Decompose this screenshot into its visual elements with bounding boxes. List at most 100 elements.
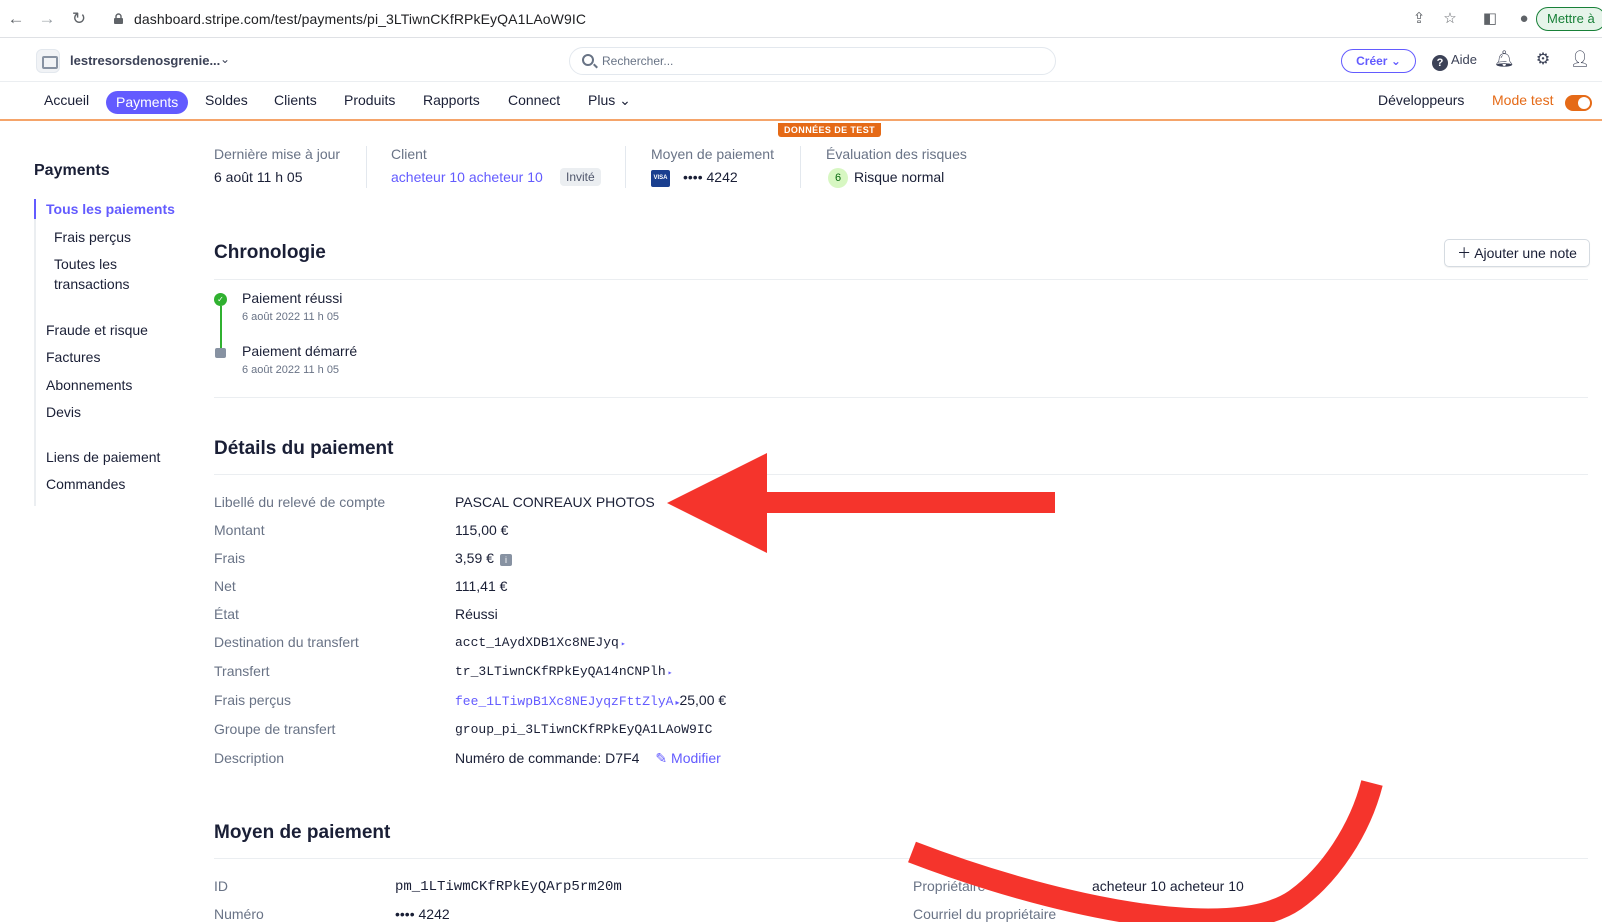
pm-label: Numéro xyxy=(214,906,264,922)
nav-rapports[interactable]: Rapports xyxy=(423,92,480,108)
timeline-title: Chronologie xyxy=(214,242,326,263)
detail-label: Libellé du relevé de compte xyxy=(214,494,386,510)
divider xyxy=(625,146,626,188)
sidebar-item-subscriptions[interactable]: Abonnements xyxy=(46,375,132,395)
pm-number-value: •••• 4242 xyxy=(395,906,450,922)
detail-label: Description xyxy=(214,750,285,766)
divider xyxy=(214,279,1588,280)
back-icon[interactable]: ← xyxy=(6,9,26,29)
sidebar-rail xyxy=(34,200,36,506)
nav-soldes[interactable]: Soldes xyxy=(205,92,248,108)
detail-label: État xyxy=(214,606,239,622)
last-update-label: Dernière mise à jour xyxy=(214,146,341,162)
collected-fee-link[interactable]: fee_1LTiwpB1Xc8NEJyqzFttZlyA xyxy=(455,694,673,709)
account-switcher[interactable]: lestresorsdenosgrenie... xyxy=(70,53,220,68)
detail-label: Frais xyxy=(214,550,246,566)
payment-method-value: •••• 4242 xyxy=(683,169,738,185)
help-button[interactable]: ? Aide xyxy=(1432,52,1477,71)
annotation-curve xyxy=(908,780,1383,922)
side-panel-icon[interactable]: ◧ xyxy=(1481,10,1499,28)
timeline-event-date: 6 août 2022 11 h 05 xyxy=(242,364,340,376)
lock-icon xyxy=(114,13,123,24)
profile-icon[interactable]: ● xyxy=(1515,10,1533,28)
divider xyxy=(366,146,367,188)
search-placeholder: Rechercher... xyxy=(602,54,674,68)
sidebar-item-all-transactions[interactable]: Toutes les transactions xyxy=(54,254,154,294)
payment-method-label: Moyen de paiement xyxy=(651,146,774,162)
transfer-destination-id: acct_1AydXDB1Xc8NEJyq xyxy=(455,635,619,650)
transfer-link[interactable]: tr_3LTiwnCKfRPkEyQA14nCNPlh ▸ xyxy=(455,664,672,679)
bell-icon[interactable]: 🔔︎ xyxy=(1494,50,1514,70)
divider xyxy=(214,397,1588,398)
add-note-button[interactable]: ＋ Ajouter une note xyxy=(1444,239,1590,267)
browser-toolbar: ← → ↻ dashboard.stripe.com/test/payments… xyxy=(0,0,1602,38)
description-text: Numéro de commande: D7F4 xyxy=(455,750,640,766)
pm-label: ID xyxy=(214,878,228,894)
add-note-label: Ajouter une note xyxy=(1474,245,1577,261)
user-icon[interactable]: 👤︎ xyxy=(1570,50,1590,70)
sidebar-item-invoices[interactable]: Factures xyxy=(46,347,100,367)
details-title: Détails du paiement xyxy=(214,438,394,459)
edit-description-button[interactable]: ✎ Modifier xyxy=(655,750,720,766)
timeline-event-title: Paiement démarré xyxy=(242,343,358,359)
sidebar-item-orders[interactable]: Commandes xyxy=(46,474,125,494)
info-icon[interactable]: i xyxy=(499,554,512,566)
edit-label: Modifier xyxy=(671,750,721,766)
net-value: 111,41 € xyxy=(455,578,508,594)
pm-owner-email-value: ...com xyxy=(1240,906,1279,922)
nav-produits[interactable]: Produits xyxy=(344,92,395,108)
pm-label: Propriétaire xyxy=(913,878,986,894)
client-link[interactable]: acheteur 10 acheteur 10 xyxy=(391,169,543,185)
nav-clients[interactable]: Clients xyxy=(274,92,317,108)
divider xyxy=(800,146,801,188)
create-label: Créer xyxy=(1356,54,1388,68)
bookmark-star-icon[interactable]: ☆ xyxy=(1441,10,1459,28)
nav-plus-label: Plus xyxy=(588,92,616,108)
amount-value: 115,00 € xyxy=(455,522,509,538)
share-icon[interactable]: ⇪ xyxy=(1410,10,1428,28)
test-mode-toggle[interactable] xyxy=(1565,95,1592,111)
transfer-destination-link[interactable]: acct_1AydXDB1Xc8NEJyq ▸ xyxy=(455,635,626,650)
chevron-down-icon: ⌄ xyxy=(619,92,631,108)
timeline-event-title: Paiement réussi xyxy=(242,290,343,306)
sidebar-item-collected-fees[interactable]: Frais perçus xyxy=(54,227,131,247)
payment-started-icon xyxy=(215,348,226,358)
pm-label: Courriel du propriétaire xyxy=(913,906,1057,922)
description-value: Numéro de commande: D7F4 ✎ Modifier xyxy=(455,750,721,767)
success-check-icon: ✓ xyxy=(214,293,227,306)
nav-developers[interactable]: Développeurs xyxy=(1378,92,1464,108)
nav-payments[interactable]: Payments xyxy=(106,91,189,114)
help-icon: ? xyxy=(1432,55,1448,71)
update-browser-button[interactable]: Mettre à xyxy=(1536,7,1602,31)
search-icon xyxy=(582,54,594,66)
pencil-icon: ✎ xyxy=(655,750,668,766)
detail-label: Montant xyxy=(214,522,265,538)
sidebar-item-all-payments[interactable]: Tous les paiements xyxy=(46,199,175,219)
sidebar-item-fraud-risk[interactable]: Fraude et risque xyxy=(46,320,148,340)
risk-score-badge: 6 xyxy=(828,168,848,188)
nav-plus[interactable]: Plus ⌄ xyxy=(588,92,631,109)
pm-owner-value: acheteur 10 acheteur 10 xyxy=(1092,878,1244,894)
risk-value: Risque normal xyxy=(854,169,945,185)
address-bar[interactable]: dashboard.stripe.com/test/payments/pi_3L… xyxy=(134,11,586,27)
search-input[interactable]: Rechercher... xyxy=(569,47,1056,75)
visa-card-icon: VISA xyxy=(651,170,670,187)
gear-icon[interactable]: ⚙ xyxy=(1533,50,1553,70)
detail-label: Net xyxy=(214,578,236,594)
nav-accueil[interactable]: Accueil xyxy=(44,92,89,108)
forward-icon[interactable]: → xyxy=(37,9,57,29)
sidebar-item-payment-links[interactable]: Liens de paiement xyxy=(46,447,160,467)
detail-label: Groupe de transfert xyxy=(214,721,336,737)
sidebar-active-indicator xyxy=(34,199,36,219)
chevron-down-icon[interactable]: ⌄ xyxy=(220,52,230,66)
account-store-icon[interactable] xyxy=(36,49,60,73)
create-button[interactable]: Créer ⌄ xyxy=(1341,49,1416,73)
reload-icon[interactable]: ↻ xyxy=(69,9,89,29)
annotation-overlay xyxy=(667,453,1383,922)
caret-right-icon: ▸ xyxy=(667,669,673,678)
collected-fee-amount: 25,00 € xyxy=(679,692,727,708)
nav-connect[interactable]: Connect xyxy=(508,92,560,108)
sidebar-item-quotes[interactable]: Devis xyxy=(46,402,81,422)
divider xyxy=(214,474,1588,475)
transfer-id: tr_3LTiwnCKfRPkEyQA14nCNPlh xyxy=(455,664,666,679)
